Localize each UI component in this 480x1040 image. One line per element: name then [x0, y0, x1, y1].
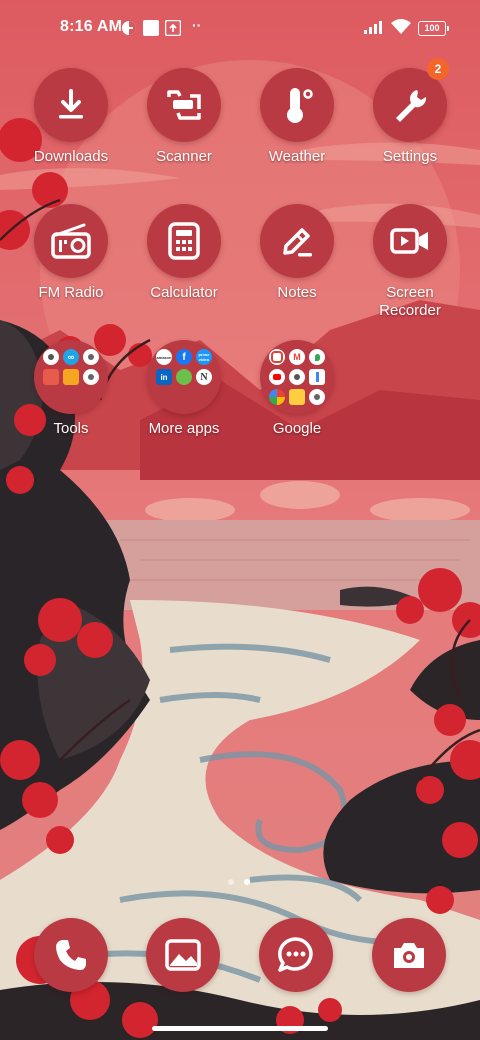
folder-google[interactable]: M Google: [242, 340, 352, 438]
maps-icon: [309, 349, 325, 365]
netflix-icon: N: [196, 369, 212, 385]
app-thumb-icon: [176, 369, 192, 385]
dock-messages[interactable]: [259, 918, 333, 992]
app-label: More apps: [148, 420, 220, 437]
download-icon[interactable]: [34, 68, 108, 142]
app-label: FM Radio: [38, 284, 104, 301]
gallery-icon[interactable]: [146, 918, 220, 992]
linkedin-icon: in: [156, 369, 172, 385]
app-scanner[interactable]: Scanner: [129, 68, 239, 166]
folder-tools[interactable]: ∞ Tools: [16, 340, 126, 438]
scanner-icon[interactable]: [147, 68, 221, 142]
gmail-icon: M: [289, 349, 305, 365]
app-screen-recorder[interactable]: Screen Recorder: [355, 204, 465, 320]
folder-icon[interactable]: ∞: [34, 340, 108, 414]
photos-icon: [269, 389, 285, 405]
app-thumb-icon: [83, 349, 99, 365]
app-label: Scanner: [156, 148, 212, 165]
app-label: Google: [272, 420, 322, 437]
wifi-icon: [391, 19, 411, 34]
signal-icon: [364, 21, 382, 34]
notification-badge: 2: [427, 58, 449, 80]
battery-icon: 100: [418, 21, 449, 36]
camera-icon[interactable]: [372, 918, 446, 992]
home-indicator[interactable]: [152, 1026, 328, 1031]
upload-icon: [165, 20, 181, 36]
folder-more-apps[interactable]: amazon f prime video in N More apps: [129, 340, 239, 438]
more-notifications-icon: ··: [192, 17, 202, 33]
app-notification-icon: [143, 20, 159, 36]
status-time: 8:16 AM: [60, 18, 123, 35]
app-label: Tools: [53, 420, 89, 437]
app-downloads[interactable]: Downloads: [16, 68, 126, 166]
app-thumb-icon: [43, 369, 59, 385]
chrome-icon: [269, 349, 285, 365]
app-thumb-icon: [309, 389, 325, 405]
app-label: Weather: [268, 148, 326, 165]
folder-icon[interactable]: M: [260, 340, 334, 414]
page-dot: [228, 879, 234, 885]
chat-icon[interactable]: [259, 918, 333, 992]
dock-phone[interactable]: [34, 918, 108, 992]
prime-video-icon: prime video: [196, 349, 212, 365]
app-thumb-icon: [289, 369, 305, 385]
app-calculator[interactable]: Calculator: [129, 204, 239, 302]
app-label: Settings: [382, 148, 438, 165]
dock-gallery[interactable]: [146, 918, 220, 992]
radio-icon[interactable]: [34, 204, 108, 278]
app-label: Notes: [277, 284, 317, 301]
app-label: Screen Recorder: [379, 284, 441, 319]
youtube-icon: [269, 369, 285, 385]
app-thumb-icon: [63, 369, 79, 385]
app-label: Calculator: [150, 284, 218, 301]
facebook-icon: f: [176, 349, 192, 365]
folder-icon[interactable]: amazon f prime video in N: [147, 340, 221, 414]
page-dot-active: [244, 879, 250, 885]
thermometer-icon[interactable]: [260, 68, 334, 142]
do-not-disturb-icon: [122, 21, 136, 35]
video-camera-icon[interactable]: [373, 204, 447, 278]
app-thumb-icon: [43, 349, 59, 365]
app-settings[interactable]: 2 Settings: [355, 58, 465, 166]
calculator-icon[interactable]: [147, 204, 221, 278]
drive-icon: [289, 389, 305, 405]
status-bar: 8:16 AM ·· 100: [0, 0, 480, 56]
dock-camera[interactable]: [372, 918, 446, 992]
app-label: Downloads: [33, 148, 109, 165]
app-thumb-icon: ∞: [63, 349, 79, 365]
app-fm-radio[interactable]: FM Radio: [16, 204, 126, 302]
app-weather[interactable]: Weather: [242, 68, 352, 166]
amazon-icon: amazon: [156, 349, 172, 365]
pencil-icon[interactable]: [260, 204, 334, 278]
app-thumb-icon: [309, 369, 325, 385]
app-thumb-icon: [83, 369, 99, 385]
phone-icon[interactable]: [34, 918, 108, 992]
app-notes[interactable]: Notes: [242, 204, 352, 302]
